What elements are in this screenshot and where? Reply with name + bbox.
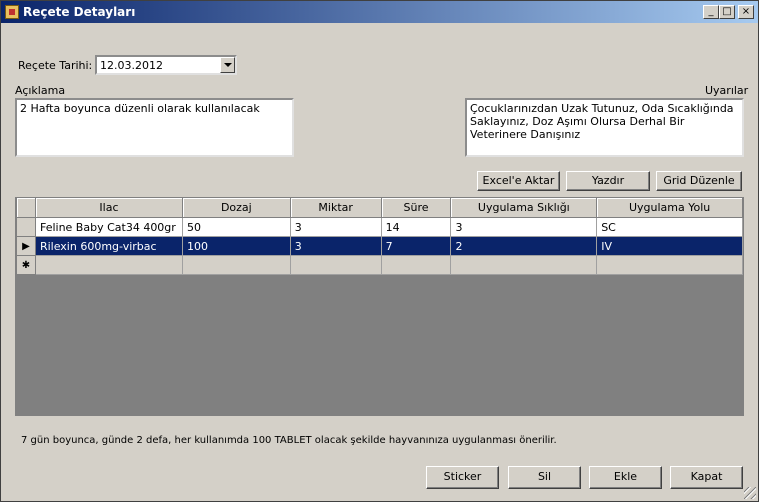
cell-dozaj[interactable]: 50 [181, 217, 291, 237]
description-field[interactable]: 2 Hafta boyunca düzenli olarak kullanıla… [15, 98, 294, 157]
column-header-route[interactable]: Uygulama Yolu [596, 198, 743, 218]
row-header[interactable] [16, 217, 36, 237]
new-cell[interactable] [181, 255, 291, 275]
print-button[interactable]: Yazdır [566, 171, 650, 191]
warnings-label: Uyarılar [705, 84, 749, 97]
new-row-asterisk-icon[interactable]: ✱ [16, 255, 36, 275]
cell-dozaj[interactable]: 100 [181, 236, 291, 256]
column-header-frequency[interactable]: Uygulama Sıklığı [450, 198, 598, 218]
title-bar[interactable]: Reçete Detayları _ □ × [1, 1, 758, 23]
cell-frequency[interactable]: 3 [450, 217, 598, 237]
add-button[interactable]: Ekle [589, 466, 662, 489]
cell-frequency[interactable]: 2 [450, 236, 598, 256]
new-cell[interactable] [596, 255, 743, 275]
column-header-sure[interactable]: Süre [381, 198, 452, 218]
resize-grip-icon[interactable] [744, 487, 756, 499]
grid-edit-button[interactable]: Grid Düzenle [656, 171, 742, 191]
date-picker[interactable]: 12.03.2012 [95, 55, 237, 75]
cell-ilac[interactable]: Feline Baby Cat34 400gr [34, 217, 183, 237]
cell-miktar[interactable]: 3 [289, 217, 382, 237]
grid-corner [16, 198, 36, 218]
usage-summary: 7 gün boyunca, günde 2 defa, her kullanı… [21, 435, 557, 446]
cell-miktar[interactable]: 3 [289, 236, 382, 256]
description-label: Açıklama [15, 84, 66, 97]
column-header-ilac[interactable]: Ilac [35, 198, 183, 218]
minimize-button[interactable]: _ [703, 5, 719, 19]
cell-ilac[interactable]: Rilexin 600mg-virbac [34, 236, 183, 256]
close-window-button[interactable]: Kapat [670, 466, 743, 489]
prescription-details-window: Reçete Detayları _ □ × Reçete Tarihi: 12… [0, 0, 759, 502]
medication-grid[interactable]: Ilac Dozaj Miktar Süre Uygulama Sıklığı … [15, 197, 744, 416]
new-cell[interactable] [289, 255, 382, 275]
sticker-button[interactable]: Sticker [426, 466, 499, 489]
close-button[interactable]: × [738, 5, 754, 19]
date-value: 12.03.2012 [100, 59, 163, 72]
cell-sure[interactable]: 7 [380, 236, 452, 256]
cell-route[interactable]: IV [596, 236, 743, 256]
column-header-miktar[interactable]: Miktar [290, 198, 382, 218]
app-icon [5, 5, 19, 19]
chevron-down-icon[interactable] [220, 57, 235, 73]
new-row[interactable]: ✱ [16, 255, 743, 275]
new-cell[interactable] [380, 255, 452, 275]
date-label: Reçete Tarihi: [18, 59, 93, 72]
window-title: Reçete Detayları [23, 5, 136, 19]
new-cell[interactable] [34, 255, 183, 275]
table-row[interactable]: Feline Baby Cat34 400gr 50 3 14 3 SC [16, 217, 743, 237]
new-cell[interactable] [450, 255, 598, 275]
delete-button[interactable]: Sil [508, 466, 581, 489]
column-header-dozaj[interactable]: Dozaj [182, 198, 291, 218]
maximize-button[interactable]: □ [719, 5, 735, 19]
table-row-selected[interactable]: ▶ Rilexin 600mg-virbac 100 3 7 2 IV [16, 236, 743, 256]
export-excel-button[interactable]: Excel'e Aktar [477, 171, 560, 191]
cell-sure[interactable]: 14 [380, 217, 452, 237]
cell-route[interactable]: SC [596, 217, 743, 237]
current-row-arrow-icon[interactable]: ▶ [16, 236, 36, 256]
warnings-field[interactable]: Çocuklarınızdan Uzak Tutunuz, Oda Sıcakl… [465, 98, 744, 157]
